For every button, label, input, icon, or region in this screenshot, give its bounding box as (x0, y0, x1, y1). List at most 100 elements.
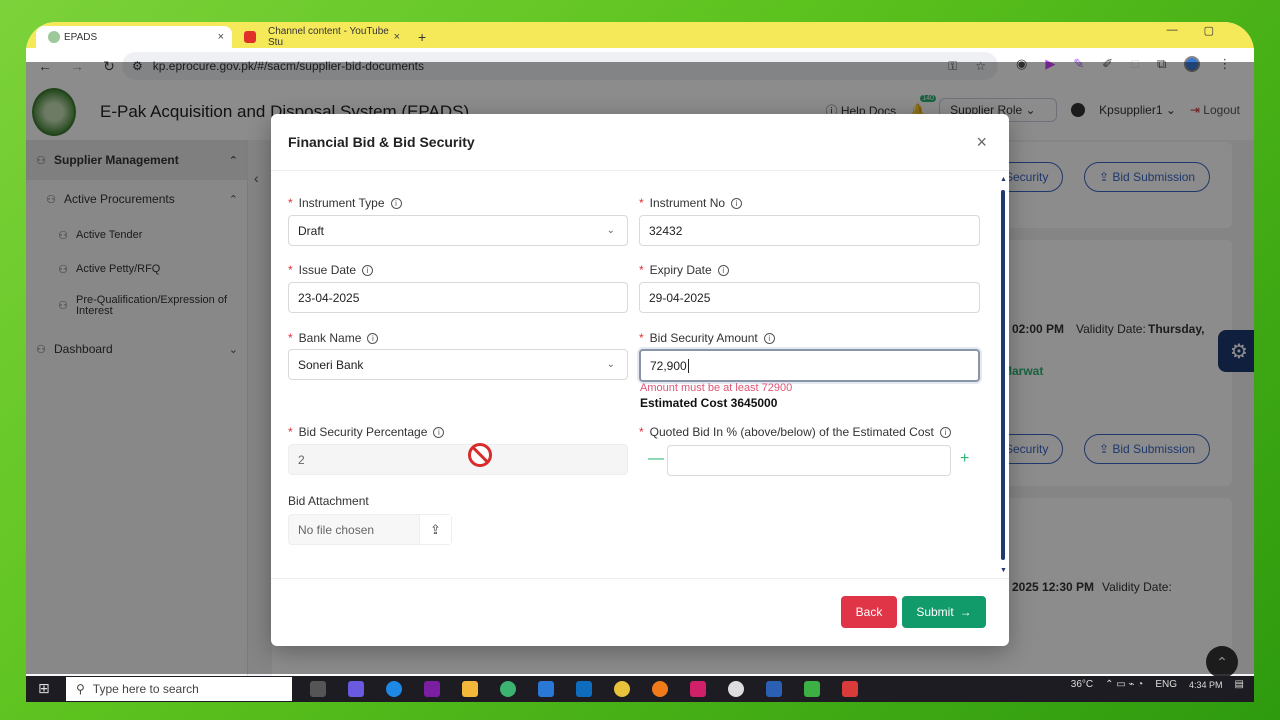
info-icon[interactable]: i (939, 426, 951, 438)
info-icon[interactable]: i (390, 197, 402, 209)
input-value: 32432 (649, 223, 683, 238)
info-icon[interactable]: i (763, 332, 775, 344)
notification-center-icon[interactable]: ▤ (1235, 679, 1244, 690)
bid-attachment-file-input[interactable]: No file chosen ⇪ (288, 514, 452, 545)
instrument-no-label: * Instrument No i (639, 196, 743, 210)
app-green-icon[interactable] (804, 681, 820, 697)
bid-attachment-label: Bid Attachment (288, 494, 369, 508)
required-asterisk: * (639, 263, 644, 277)
required-asterisk: * (288, 331, 293, 345)
weather-temp[interactable]: 36°C (1071, 679, 1093, 690)
expiry-date-input[interactable]: 29-04-2025 (639, 282, 980, 313)
increment-button[interactable]: + (960, 450, 969, 468)
info-icon[interactable]: i (717, 264, 729, 276)
upload-icon[interactable]: ⇪ (419, 515, 451, 544)
tab-epads[interactable]: EPADS × (36, 26, 232, 48)
instrument-no-input[interactable]: 32432 (639, 215, 980, 246)
instrument-type-select[interactable]: Draft ⌄ (288, 215, 628, 246)
info-icon[interactable]: i (367, 332, 379, 344)
quoted-bid-label: * Quoted Bid In % (above/below) of the E… (639, 425, 951, 439)
required-asterisk: * (639, 196, 644, 210)
quoted-bid-input[interactable] (667, 445, 951, 476)
instrument-type-label: * Instrument Type i (288, 196, 402, 210)
back-button[interactable]: Back (841, 596, 897, 628)
label-text: Instrument No (649, 196, 726, 210)
required-asterisk: * (288, 263, 293, 277)
info-icon[interactable]: i (731, 197, 743, 209)
label-text: Issue Date (298, 263, 357, 277)
select-value: Draft (298, 223, 325, 238)
info-icon[interactable]: i (433, 426, 445, 438)
arrow-right-icon: → (959, 605, 972, 619)
submit-button[interactable]: Submit → (902, 596, 986, 628)
file-explorer-icon[interactable] (462, 681, 478, 697)
info-icon[interactable]: i (362, 264, 374, 276)
divider (271, 170, 1009, 171)
bid-security-amount-label: * Bid Security Amount i (639, 331, 775, 345)
youtube-favicon-icon (244, 31, 256, 43)
input-value: 72,900 (650, 358, 687, 373)
input-value: 2 (298, 452, 305, 467)
store-icon[interactable] (538, 681, 554, 697)
word-icon[interactable] (766, 681, 782, 697)
scrollbar-thumb[interactable] (1001, 190, 1005, 560)
outlook-icon[interactable] (576, 681, 592, 697)
whatsapp-icon[interactable] (500, 681, 516, 697)
tray-icons[interactable]: ⌃ ▭ ⌁ ◔ (1105, 679, 1143, 690)
firefox-icon[interactable] (652, 681, 668, 697)
search-icon: ⚲ (76, 682, 85, 696)
required-asterisk: * (639, 331, 644, 345)
chevron-down-icon: ⌄ (606, 225, 615, 236)
language-indicator[interactable]: ENG (1155, 679, 1177, 690)
tab-title: EPADS (64, 31, 98, 43)
bank-name-select[interactable]: Soneri Bank ⌄ (288, 349, 628, 380)
scroll-up-icon[interactable]: ▲ (1000, 176, 1007, 183)
label-text: Bank Name (298, 331, 362, 345)
bid-security-percentage-input: 2 (288, 444, 628, 475)
new-tab-button[interactable]: + (418, 29, 426, 48)
file-placeholder: No file chosen (298, 522, 375, 537)
clock[interactable]: 4:34 PM (1189, 680, 1223, 690)
app-icon[interactable] (690, 681, 706, 697)
minimize-icon[interactable]: — (1167, 24, 1178, 37)
chrome-icon[interactable] (614, 681, 630, 697)
epads-favicon-icon (48, 31, 60, 43)
select-value: Soneri Bank (298, 357, 364, 372)
windows-taskbar: ⊞ ⚲ Type here to search 36°C ⌃ ▭ ⌁ ◔ ENG… (26, 676, 1254, 702)
scroll-down-icon[interactable]: ▼ (1000, 567, 1007, 574)
label-text: Bid Security Amount (649, 331, 758, 345)
estimated-cost: Estimated Cost 3645000 (640, 396, 778, 410)
copilot-icon[interactable] (348, 681, 364, 697)
required-asterisk: * (639, 425, 644, 439)
label-text: Instrument Type (298, 196, 385, 210)
task-view-icon[interactable] (310, 681, 326, 697)
close-icon[interactable]: × (976, 132, 987, 153)
back-label: Back (855, 605, 883, 619)
not-allowed-cursor-icon (468, 443, 492, 467)
tab-youtube-studio[interactable]: Channel content - YouTube Stu × (232, 26, 408, 48)
tab-close-icon[interactable]: × (218, 31, 224, 43)
dreamweaver-icon[interactable] (424, 681, 440, 697)
windows-start-icon[interactable]: ⊞ (38, 680, 50, 697)
decrement-button[interactable]: — (648, 450, 664, 468)
issue-date-label: * Issue Date i (288, 263, 374, 277)
expiry-date-label: * Expiry Date i (639, 263, 729, 277)
issue-date-input[interactable]: 23-04-2025 (288, 282, 628, 313)
financial-bid-modal: Financial Bid & Bid Security × ▲ ▼ * Ins… (271, 114, 1009, 646)
tab-close-icon[interactable]: × (394, 31, 400, 43)
app-red-icon[interactable] (842, 681, 858, 697)
label-text: Quoted Bid In % (above/below) of the Est… (649, 425, 934, 439)
required-asterisk: * (288, 196, 293, 210)
required-asterisk: * (288, 425, 293, 439)
bid-security-percentage-label: * Bid Security Percentage i (288, 425, 445, 439)
taskbar-search[interactable]: ⚲ Type here to search (66, 677, 292, 701)
bank-name-label: * Bank Name i (288, 331, 379, 345)
tab-strip: EPADS × Channel content - YouTube Stu × … (26, 22, 1254, 48)
bid-security-amount-input[interactable]: 72,900 (639, 349, 980, 382)
text-cursor (687, 358, 689, 373)
maximize-icon[interactable]: ▢ (1204, 24, 1214, 37)
edge-icon[interactable] (386, 681, 402, 697)
modal-scrollbar[interactable]: ▲ ▼ (1000, 176, 1007, 574)
whatsapp-desktop-icon[interactable] (728, 681, 744, 697)
tab-title: Channel content - YouTube Stu (268, 26, 389, 48)
